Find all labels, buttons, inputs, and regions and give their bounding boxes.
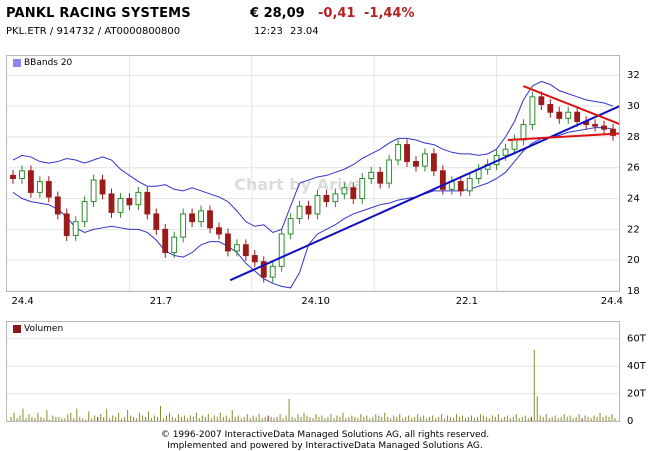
candle-body bbox=[359, 178, 366, 200]
candle-body bbox=[171, 236, 178, 253]
candle-body bbox=[81, 201, 88, 223]
volume-legend: Volumen bbox=[13, 324, 63, 334]
last-price: € 28,09 bbox=[250, 6, 305, 21]
candle-body bbox=[574, 111, 581, 122]
candle-body bbox=[520, 124, 527, 141]
bband-upper-line bbox=[12, 80, 614, 234]
candle-body bbox=[323, 194, 330, 203]
price-change: -0,41 bbox=[318, 6, 356, 21]
candle-body bbox=[386, 159, 393, 184]
security-name: PANKL RACING SYSTEMS bbox=[6, 6, 191, 21]
price-y-tick-label: 32 bbox=[627, 70, 640, 81]
price-y-tick-label: 18 bbox=[627, 286, 640, 297]
candle-body bbox=[529, 96, 536, 126]
candle-body bbox=[54, 196, 61, 215]
price-x-tick-label: 21.7 bbox=[150, 296, 172, 307]
candle-body bbox=[90, 179, 97, 203]
candle-body bbox=[457, 181, 464, 192]
price-y-tick-label: 24 bbox=[627, 194, 640, 205]
price-x-tick-label: 24.10 bbox=[301, 296, 330, 307]
candle-body bbox=[377, 171, 384, 184]
candle-body bbox=[278, 233, 285, 267]
price-y-tick-label: 20 bbox=[627, 255, 640, 266]
candle-body bbox=[108, 193, 115, 213]
candle-body bbox=[341, 187, 348, 195]
candle-body bbox=[153, 213, 160, 230]
copyright-footer: © 1996-2007 InteractiveData Managed Solu… bbox=[160, 430, 490, 440]
candle-body bbox=[72, 221, 79, 237]
candle-body bbox=[189, 213, 196, 223]
security-identifiers: PKL.ETR / 914732 / AT0000800800 bbox=[6, 26, 181, 37]
volume-y-tick-label: 40T bbox=[627, 361, 647, 372]
bbands-legend-swatch bbox=[13, 59, 21, 67]
trendline bbox=[522, 85, 619, 125]
bbands-legend: BBands 20 bbox=[13, 58, 72, 68]
price-x-tick-label: 24.4 bbox=[12, 296, 34, 307]
candle-body bbox=[413, 161, 419, 167]
candle-body bbox=[180, 213, 187, 238]
candle-body bbox=[368, 171, 375, 180]
candle-body bbox=[10, 174, 16, 180]
candle-body bbox=[511, 139, 518, 150]
candle-body bbox=[350, 187, 357, 200]
candle-body bbox=[36, 181, 43, 193]
candle-body bbox=[126, 198, 133, 206]
candle-body bbox=[198, 210, 204, 223]
candle-body bbox=[162, 228, 169, 253]
price-y-tick-label: 22 bbox=[627, 224, 640, 235]
candle-body bbox=[19, 170, 25, 179]
candle-body bbox=[242, 244, 249, 257]
bband-lower-line bbox=[12, 127, 614, 289]
candle-body bbox=[547, 104, 554, 113]
candle-body bbox=[63, 213, 70, 237]
price-change-percent: -1,44% bbox=[364, 6, 415, 21]
price-y-tick-label: 28 bbox=[627, 132, 640, 143]
candle-body bbox=[601, 125, 607, 130]
candle-body bbox=[251, 255, 258, 263]
candle-body bbox=[404, 144, 410, 163]
candle-body bbox=[287, 218, 294, 235]
volume-chart bbox=[7, 338, 619, 421]
candle-body bbox=[422, 153, 428, 167]
price-y-tick-label: 30 bbox=[627, 101, 640, 112]
volume-legend-label: Volumen bbox=[24, 324, 64, 334]
volume-y-tick-label: 60T bbox=[627, 334, 647, 345]
candle-body bbox=[135, 191, 142, 206]
candle-body bbox=[314, 194, 321, 215]
volume-legend-swatch bbox=[13, 325, 21, 333]
candle-body bbox=[27, 170, 34, 193]
candle-body bbox=[269, 265, 276, 278]
bbands-legend-label: BBands 20 bbox=[24, 58, 73, 68]
candle-body bbox=[207, 210, 213, 229]
candle-body bbox=[305, 205, 312, 215]
candle-body bbox=[538, 96, 545, 106]
candle-body bbox=[395, 144, 402, 161]
volume-y-tick-label: 0 bbox=[627, 416, 633, 427]
candle-body bbox=[592, 124, 599, 127]
price-chart: Chart by Ariva bbox=[7, 56, 619, 291]
candle-body bbox=[430, 153, 437, 172]
candle-body bbox=[233, 244, 240, 252]
candle-body bbox=[565, 111, 572, 119]
candle-body bbox=[466, 178, 473, 192]
price-x-tick-label: 24.4 bbox=[601, 296, 623, 307]
price-chart-panel: Chart by Ariva BBands 20 bbox=[6, 55, 620, 292]
price-y-tick-label: 26 bbox=[627, 163, 640, 174]
quote-header: PANKL RACING SYSTEMS PKL.ETR / 914732 / … bbox=[0, 0, 650, 44]
candle-body bbox=[296, 205, 303, 220]
candle-body bbox=[502, 148, 509, 156]
price-x-tick-label: 22.1 bbox=[456, 296, 478, 307]
candle-body bbox=[117, 198, 124, 213]
candle-body bbox=[216, 227, 222, 235]
candle-body bbox=[144, 191, 151, 215]
volume-chart-panel: Volumen bbox=[6, 321, 620, 422]
candle-body bbox=[99, 179, 106, 195]
quote-date: 23.04 bbox=[290, 26, 319, 37]
candle-body bbox=[556, 111, 563, 119]
quote-time: 12:23 bbox=[254, 26, 283, 37]
candle-body bbox=[224, 233, 231, 252]
candle-body bbox=[45, 181, 52, 198]
candle-body bbox=[332, 193, 339, 203]
volume-y-tick-label: 20T bbox=[627, 389, 647, 400]
